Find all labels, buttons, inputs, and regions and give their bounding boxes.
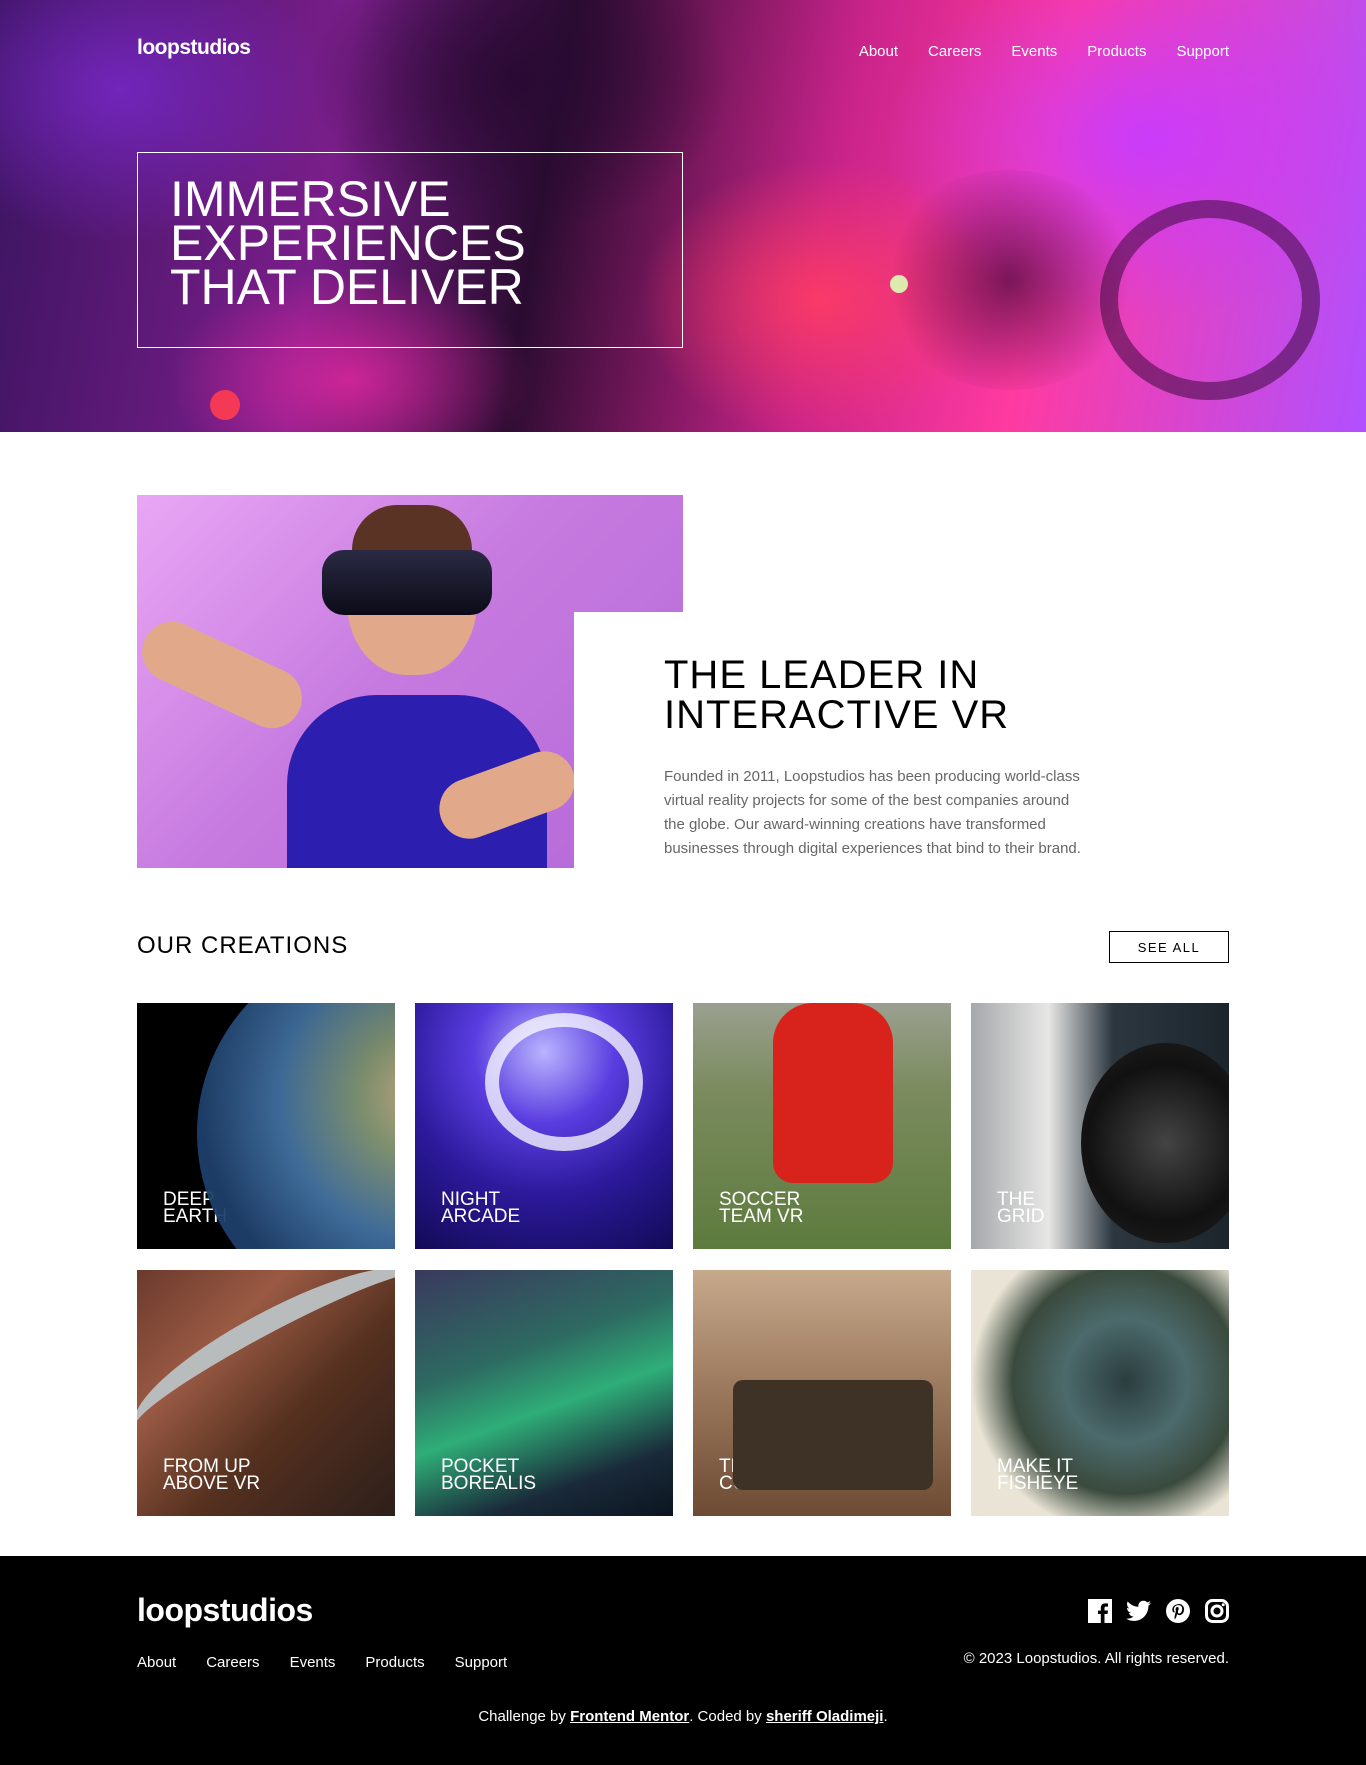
creation-card-make-it-fisheye[interactable]: MAKE IT FISHEYE	[971, 1270, 1229, 1516]
site-footer: loopstudios About Careers Events Product…	[0, 1556, 1366, 1765]
creation-label: FROM UP ABOVE VR	[163, 1456, 261, 1494]
creation-card-the-grid[interactable]: THE GRID	[971, 1003, 1229, 1249]
creation-label: DEEP EARTH	[163, 1189, 228, 1227]
intro-title: THE LEADER IN INTERACTIVE VR	[664, 653, 1010, 737]
nav-link-events[interactable]: Events	[1011, 43, 1057, 60]
vr-headset	[322, 550, 492, 615]
hero-section: loopstudios About Careers Events Product…	[0, 0, 1366, 432]
frontend-mentor-link[interactable]: Frontend Mentor	[570, 1708, 689, 1725]
pinterest-icon[interactable]	[1165, 1598, 1190, 1623]
see-all-button[interactable]: SEE ALL	[1109, 931, 1229, 963]
instagram-icon[interactable]	[1204, 1598, 1229, 1623]
attribution: Challenge by Frontend Mentor. Coded by s…	[0, 1708, 1366, 1725]
creation-card-from-up-above-vr[interactable]: FROM UP ABOVE VR	[137, 1270, 395, 1516]
twitter-icon[interactable]	[1126, 1598, 1151, 1623]
main-nav: About Careers Events Products Support	[859, 43, 1229, 60]
creation-card-soccer-team-vr[interactable]: SOCCER TEAM VR	[693, 1003, 951, 1249]
nav-link-careers[interactable]: Careers	[928, 43, 981, 60]
creation-card-pocket-borealis[interactable]: POCKET BOREALIS	[415, 1270, 673, 1516]
vr-person-image	[137, 495, 683, 868]
attribution-middle: . Coded by	[689, 1708, 766, 1725]
footer-link-careers[interactable]: Careers	[206, 1654, 259, 1671]
nav-link-support[interactable]: Support	[1176, 43, 1229, 60]
hero-image-shade	[880, 170, 1140, 390]
facebook-icon[interactable]	[1087, 1598, 1112, 1623]
creation-card-night-arcade[interactable]: NIGHT ARCADE	[415, 1003, 673, 1249]
creation-label: MAKE IT FISHEYE	[997, 1456, 1079, 1494]
footer-nav: About Careers Events Products Support	[137, 1654, 507, 1671]
footer-link-events[interactable]: Events	[290, 1654, 336, 1671]
hero-image-light	[890, 275, 908, 293]
nav-link-about[interactable]: About	[859, 43, 898, 60]
creation-card-the-curiosity[interactable]: THE CURIOSITY	[693, 1270, 951, 1516]
attribution-prefix: Challenge by	[478, 1708, 571, 1725]
footer-link-about[interactable]: About	[137, 1654, 176, 1671]
creation-label: POCKET BOREALIS	[441, 1456, 537, 1494]
site-logo[interactable]: loopstudios	[137, 36, 251, 60]
creation-label: NIGHT ARCADE	[441, 1189, 521, 1227]
hero-image-light	[210, 390, 240, 420]
footer-link-support[interactable]: Support	[455, 1654, 508, 1671]
image-arm	[137, 611, 312, 739]
social-links	[1087, 1598, 1229, 1623]
creation-card-deep-earth[interactable]: DEEP EARTH	[137, 1003, 395, 1249]
footer-logo[interactable]: loopstudios	[137, 1592, 313, 1629]
footer-link-products[interactable]: Products	[365, 1654, 424, 1671]
hero-image-wheel	[1100, 200, 1320, 400]
intro-body: Founded in 2011, Loopstudios has been pr…	[664, 768, 1081, 857]
creations-title: OUR CREATIONS	[137, 932, 349, 959]
creation-label: THE CURIOSITY	[719, 1456, 823, 1494]
intro-text-block: THE LEADER IN INTERACTIVE VR Founded in …	[664, 655, 1084, 861]
author-link[interactable]: sheriff Oladimeji	[766, 1708, 884, 1725]
nav-link-products[interactable]: Products	[1087, 43, 1146, 60]
hero-headline-box: IMMERSIVE EXPERIENCES THAT DELIVER	[137, 152, 683, 348]
creations-grid: DEEP EARTH NIGHT ARCADE SOCCER TEAM VR T…	[137, 1003, 1229, 1516]
creation-label: SOCCER TEAM VR	[719, 1189, 804, 1227]
creation-label: THE GRID	[997, 1189, 1045, 1227]
hero-headline: IMMERSIVE EXPERIENCES THAT DELIVER	[170, 171, 526, 315]
copyright-text: © 2023 Loopstudios. All rights reserved.	[963, 1650, 1229, 1667]
attribution-suffix: .	[883, 1708, 888, 1725]
